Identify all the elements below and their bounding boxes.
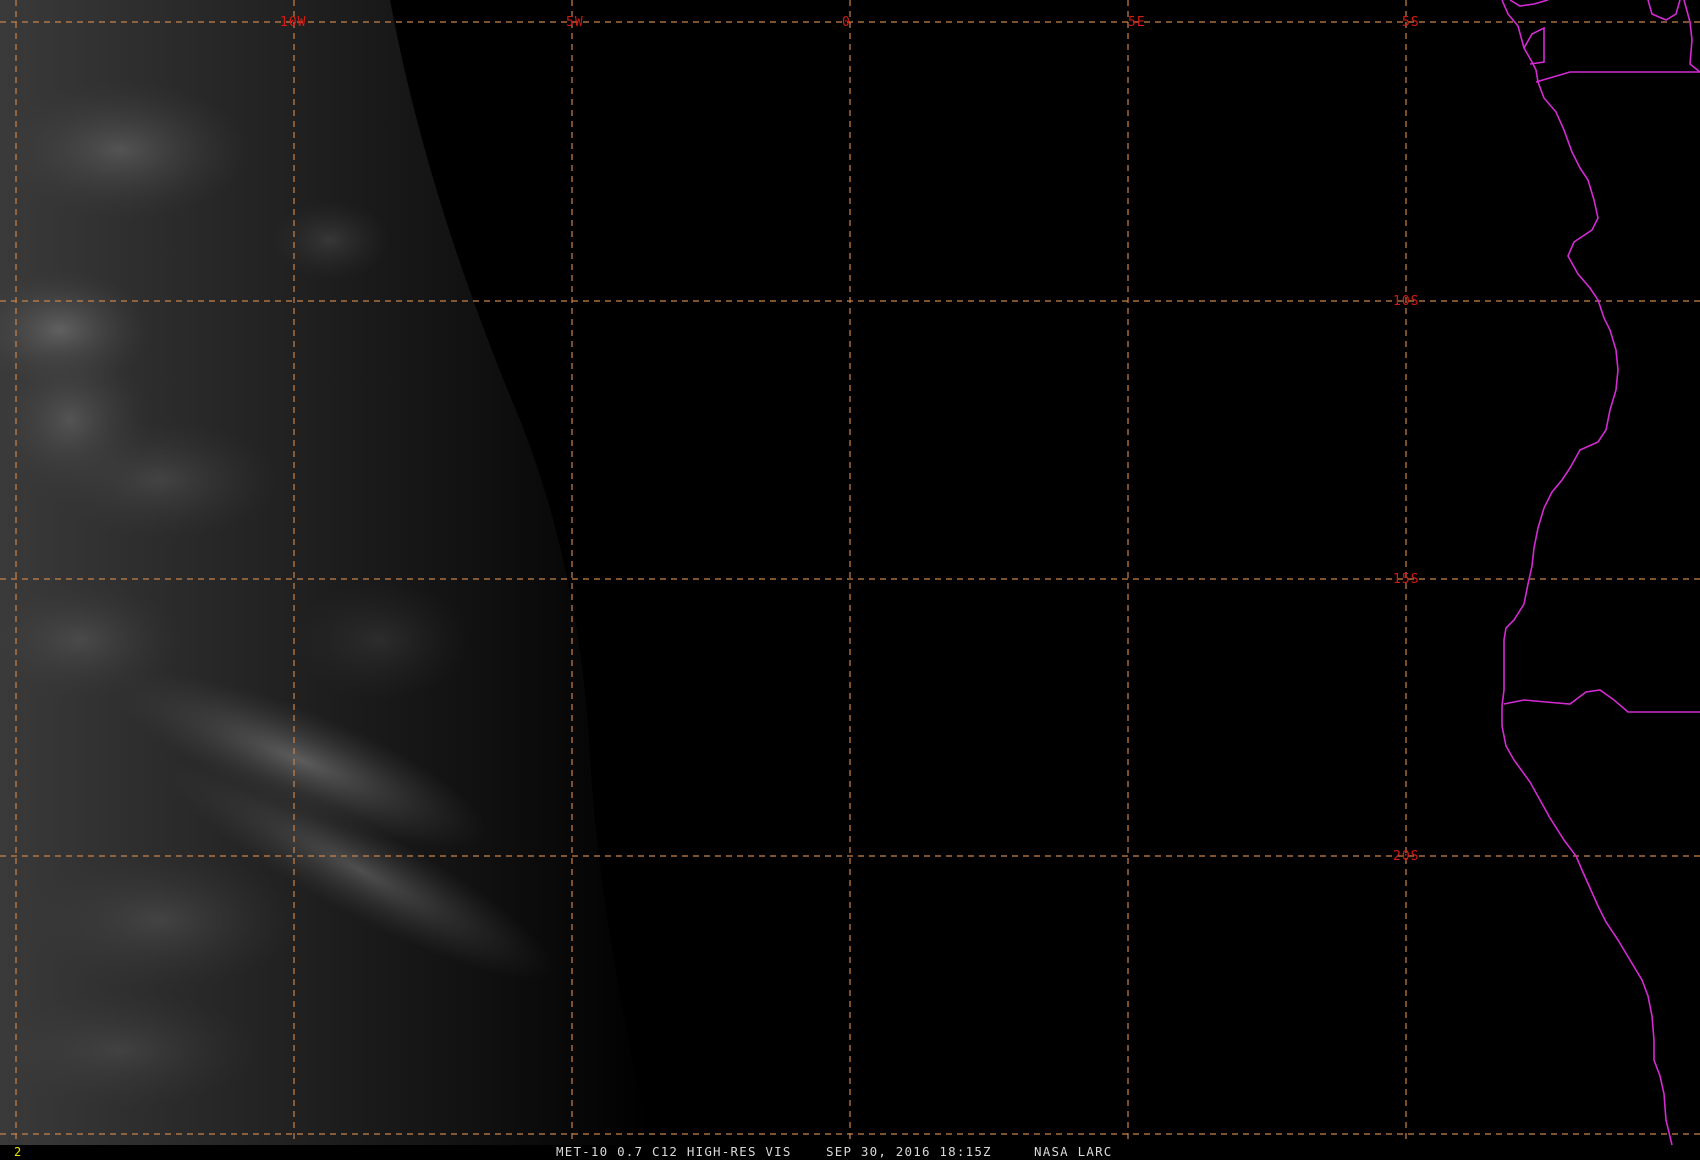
coastline-overlay [1501, 0, 1700, 1146]
border-cabinda [1523, 26, 1545, 65]
frame-number: 2 [14, 1145, 21, 1159]
lat-label-10s: 10S [1393, 294, 1419, 309]
product-label: MET-10 0.7 C12 HIGH-RES VIS [556, 1144, 792, 1159]
border-ne [1647, 0, 1681, 21]
lon-label-5w: 5W [566, 15, 584, 30]
lat-label-5s: 5S [1402, 15, 1420, 30]
border-drc-angola [1535, 71, 1700, 83]
cloud-imagery [0, 0, 650, 1145]
border-angola-namibia [1503, 689, 1700, 713]
lat-label-20s: 20S [1393, 849, 1419, 864]
datetime-label: SEP 30, 2016 18:15Z [826, 1144, 992, 1159]
border-east [1683, 0, 1700, 73]
lon-label-0: 0 [842, 15, 851, 30]
satellite-image-viewer: 10W 5W 0 5E 5S 10S 15S 20S 2 MET-10 0.7 … [0, 0, 1700, 1160]
source-label: NASA LARC [1034, 1144, 1113, 1159]
lon-label-10w: 10W [280, 15, 306, 30]
coastline [1501, 0, 1673, 1146]
lat-label-15s: 15S [1393, 572, 1419, 587]
status-bar: 2 MET-10 0.7 C12 HIGH-RES VIS SEP 30, 20… [14, 1144, 1113, 1159]
satellite-map: 10W 5W 0 5E 5S 10S 15S 20S 2 MET-10 0.7 … [0, 0, 1700, 1159]
lon-label-5e: 5E [1128, 15, 1146, 30]
border-north [1509, 0, 1549, 7]
